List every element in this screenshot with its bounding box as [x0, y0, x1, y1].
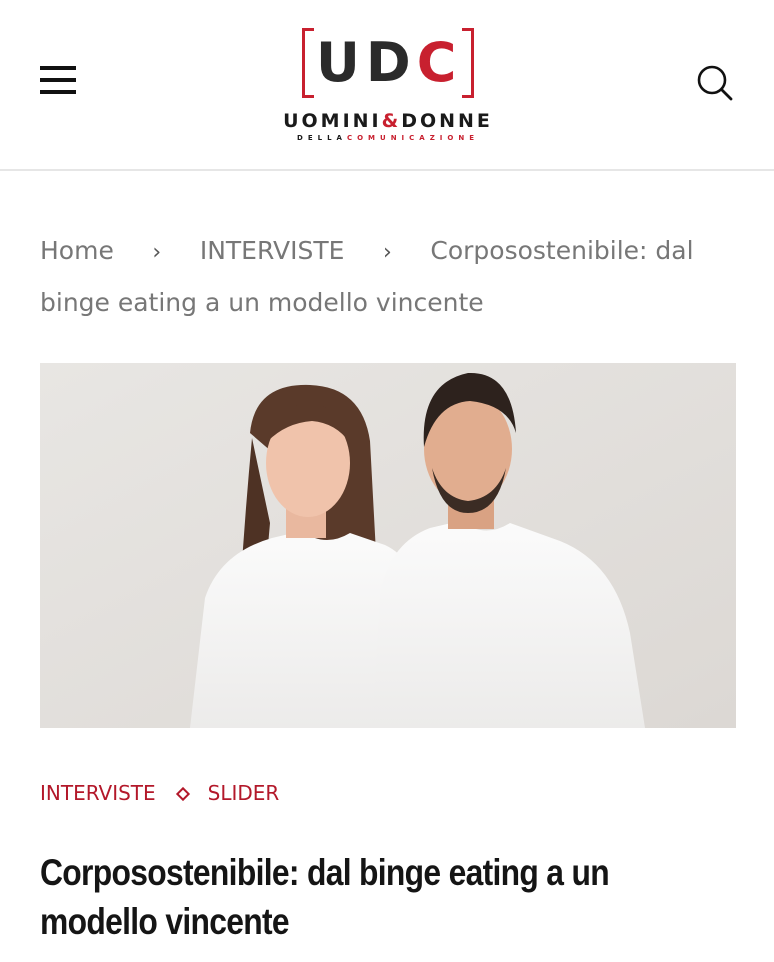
logo-tagline-left: DELLA — [297, 134, 347, 142]
category-interviste-link[interactable]: INTERVISTE — [40, 781, 156, 805]
logo-tagline: DELLACOMUNICAZIONE — [270, 134, 506, 142]
search-icon[interactable] — [696, 64, 734, 102]
article-title: Corposostenibile: dal binge eating a un … — [40, 852, 610, 942]
logo-letters: UDC — [316, 26, 460, 100]
hamburger-menu-icon[interactable] — [40, 66, 76, 94]
breadcrumb: Home › INTERVISTE › Corposostenibile: dal bi… — [40, 226, 736, 328]
article-categories: INTERVISTE SLIDER — [40, 779, 279, 807]
logo-mark: UDC — [302, 26, 474, 100]
featured-photo — [40, 363, 736, 728]
breadcrumb-home-link[interactable]: Home — [40, 236, 114, 265]
category-slider-link[interactable]: SLIDER — [208, 781, 280, 805]
logo-bracket-left — [302, 28, 314, 98]
menu-bar — [40, 90, 76, 94]
logo-ampersand: & — [381, 110, 402, 132]
breadcrumb-chevron-icon: › — [382, 240, 392, 265]
search-icon-svg — [697, 65, 733, 101]
logo-tagline-right: COMUNICAZIONE — [346, 134, 479, 142]
logo-subtitle-right: DONNE — [401, 110, 493, 132]
breadcrumb-interviste-link[interactable]: INTERVISTE — [200, 236, 345, 265]
site-logo[interactable]: UDC UOMINI&DONNE DELLACOMUNICAZIONE — [270, 26, 506, 146]
logo-subtitle: UOMINI&DONNE — [270, 110, 506, 132]
diamond-separator-icon — [175, 786, 190, 801]
logo-letter-c: C — [416, 31, 463, 94]
article-featured-image[interactable] — [40, 363, 736, 728]
logo-letters-dark: UD — [316, 31, 417, 94]
logo-subtitle-left: UOMINI — [283, 110, 382, 132]
menu-bar — [40, 78, 76, 82]
menu-bar — [40, 66, 76, 70]
breadcrumb-chevron-icon: › — [152, 240, 162, 265]
logo-bracket-right — [462, 28, 474, 98]
site-header: UDC UOMINI&DONNE DELLACOMUNICAZIONE — [0, 0, 774, 171]
